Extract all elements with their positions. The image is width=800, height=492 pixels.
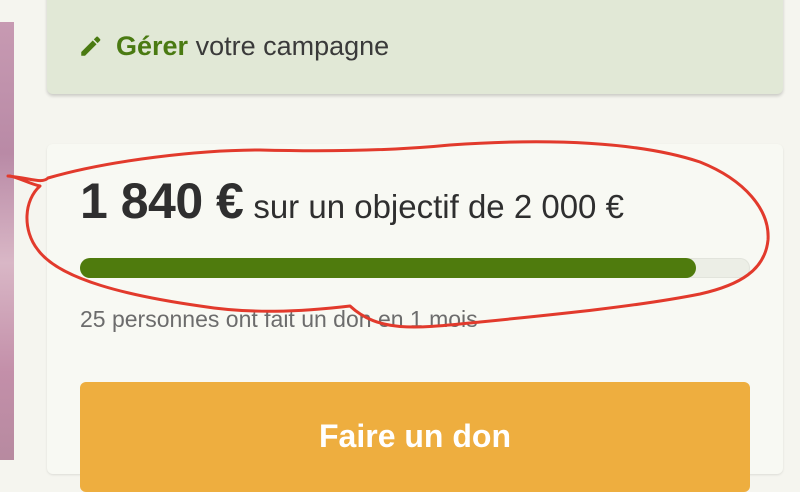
donate-button-label: Faire un don [319,418,511,454]
manage-strong-label: Gérer [116,30,189,61]
amount-raised: 1 840 € [80,173,244,229]
funding-amount-line: 1 840 € sur un objectif de 2 000 € [80,172,624,230]
amount-goal: sur un objectif de 2 000 € [253,188,624,225]
donate-button[interactable]: Faire un don [80,382,750,492]
donors-summary: 25 personnes ont fait un don en 1 mois [80,306,478,332]
background-photo-edge [0,22,14,460]
funding-progress-fill [80,258,697,278]
manage-campaign-link[interactable]: Gérer votre campagne [78,30,389,62]
pencil-icon [81,36,101,56]
funding-progress-bar [80,258,750,278]
manage-rest-label: votre campagne [195,30,390,61]
